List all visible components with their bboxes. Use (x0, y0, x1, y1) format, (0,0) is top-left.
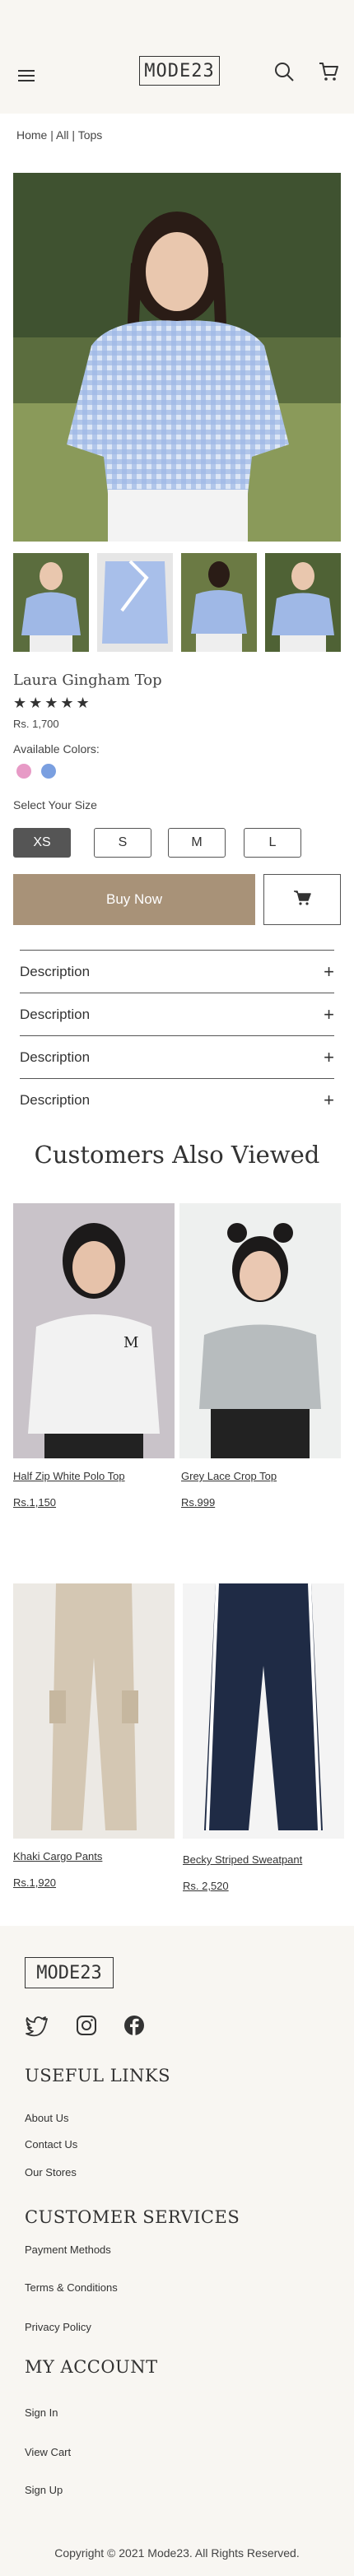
size-xs-button[interactable]: XS (13, 828, 71, 858)
size-l-button[interactable]: L (244, 828, 301, 858)
accordion-label: Description (20, 1049, 91, 1065)
size-m-button[interactable]: M (168, 828, 226, 858)
description-accordion[interactable]: Description + (20, 993, 334, 1035)
product-price: Rs. 1,700 (13, 718, 59, 730)
product-card-price[interactable]: Rs.1,150 (13, 1496, 56, 1509)
customer-services-heading: CUSTOMER SERVICES (25, 2207, 240, 2227)
plus-icon: + (324, 1046, 334, 1067)
product-card-name[interactable]: Becky Striped Sweatpant (183, 1853, 302, 1866)
copyright-text: Copyright © 2021 Mode23. All Rights Rese… (54, 2546, 300, 2560)
facebook-icon[interactable] (122, 2013, 147, 2038)
product-main-image[interactable] (13, 173, 341, 542)
cart-icon (293, 890, 311, 910)
product-card-image[interactable] (183, 1583, 344, 1839)
search-icon[interactable] (273, 61, 295, 82)
buy-now-button[interactable]: Buy Now (13, 874, 255, 925)
instagram-icon[interactable] (74, 2013, 99, 2038)
footer-link-signin[interactable]: Sign In (25, 2406, 58, 2419)
description-accordion[interactable]: Description + (20, 950, 334, 993)
product-card-price[interactable]: Rs.999 (181, 1496, 215, 1509)
plus-icon: + (324, 1089, 334, 1110)
product-thumbnail[interactable] (181, 553, 257, 652)
footer-link-cart[interactable]: View Cart (25, 2446, 71, 2458)
footer-link-contact[interactable]: Contact Us (25, 2138, 77, 2151)
description-accordion[interactable]: Description + (20, 1078, 334, 1121)
my-account-heading: MY ACCOUNT (25, 2357, 158, 2377)
product-title: Laura Gingham Top (13, 672, 162, 689)
colors-label: Available Colors: (13, 742, 100, 756)
product-card-price[interactable]: Rs. 2,520 (183, 1880, 229, 1892)
product-thumbnail[interactable] (265, 553, 341, 652)
footer-link-terms[interactable]: Terms & Conditions (25, 2281, 118, 2294)
accordion-label: Description (20, 1091, 91, 1108)
footer-link-payment[interactable]: Payment Methods (25, 2244, 111, 2256)
twitter-icon[interactable] (25, 2013, 49, 2038)
product-card-name[interactable]: Khaki Cargo Pants (13, 1850, 102, 1862)
accordion-label: Description (20, 1006, 91, 1022)
footer-link-about[interactable]: About Us (25, 2112, 68, 2124)
cart-icon[interactable] (318, 61, 339, 82)
product-card-image[interactable] (179, 1203, 341, 1458)
product-card-name[interactable]: Grey Lace Crop Top (181, 1470, 277, 1482)
useful-links-heading: USEFUL LINKS (25, 2066, 170, 2085)
breadcrumb[interactable]: Home | All | Tops (16, 128, 102, 142)
svg-text:M: M (123, 1334, 138, 1351)
footer-link-privacy[interactable]: Privacy Policy (25, 2321, 91, 2333)
footer-logo[interactable]: MODE23 (25, 1957, 114, 1988)
plus-icon: + (324, 1003, 334, 1025)
rating-stars: ★★★★★ (13, 695, 92, 711)
color-swatch-pink[interactable] (16, 764, 31, 779)
product-card-image[interactable]: M (13, 1203, 175, 1458)
product-card-price[interactable]: Rs.1,920 (13, 1876, 56, 1889)
footer-link-signup[interactable]: Sign Up (25, 2484, 63, 2496)
product-thumbnail[interactable] (13, 553, 89, 652)
menu-icon[interactable] (18, 70, 35, 81)
accordion-label: Description (20, 963, 91, 979)
footer-link-stores[interactable]: Our Stores (25, 2166, 77, 2178)
color-swatch-blue[interactable] (41, 764, 56, 779)
product-card-image[interactable] (13, 1583, 175, 1839)
size-label: Select Your Size (13, 798, 97, 811)
site-logo[interactable]: MODE23 (139, 56, 220, 86)
description-accordion[interactable]: Description + (20, 1035, 334, 1078)
product-card-name[interactable]: Half Zip White Polo Top (13, 1470, 125, 1482)
product-thumbnail[interactable] (97, 553, 173, 652)
also-viewed-title: Customers Also Viewed (34, 1141, 320, 1169)
size-s-button[interactable]: S (94, 828, 151, 858)
add-to-cart-button[interactable] (263, 874, 341, 925)
plus-icon: + (324, 960, 334, 982)
